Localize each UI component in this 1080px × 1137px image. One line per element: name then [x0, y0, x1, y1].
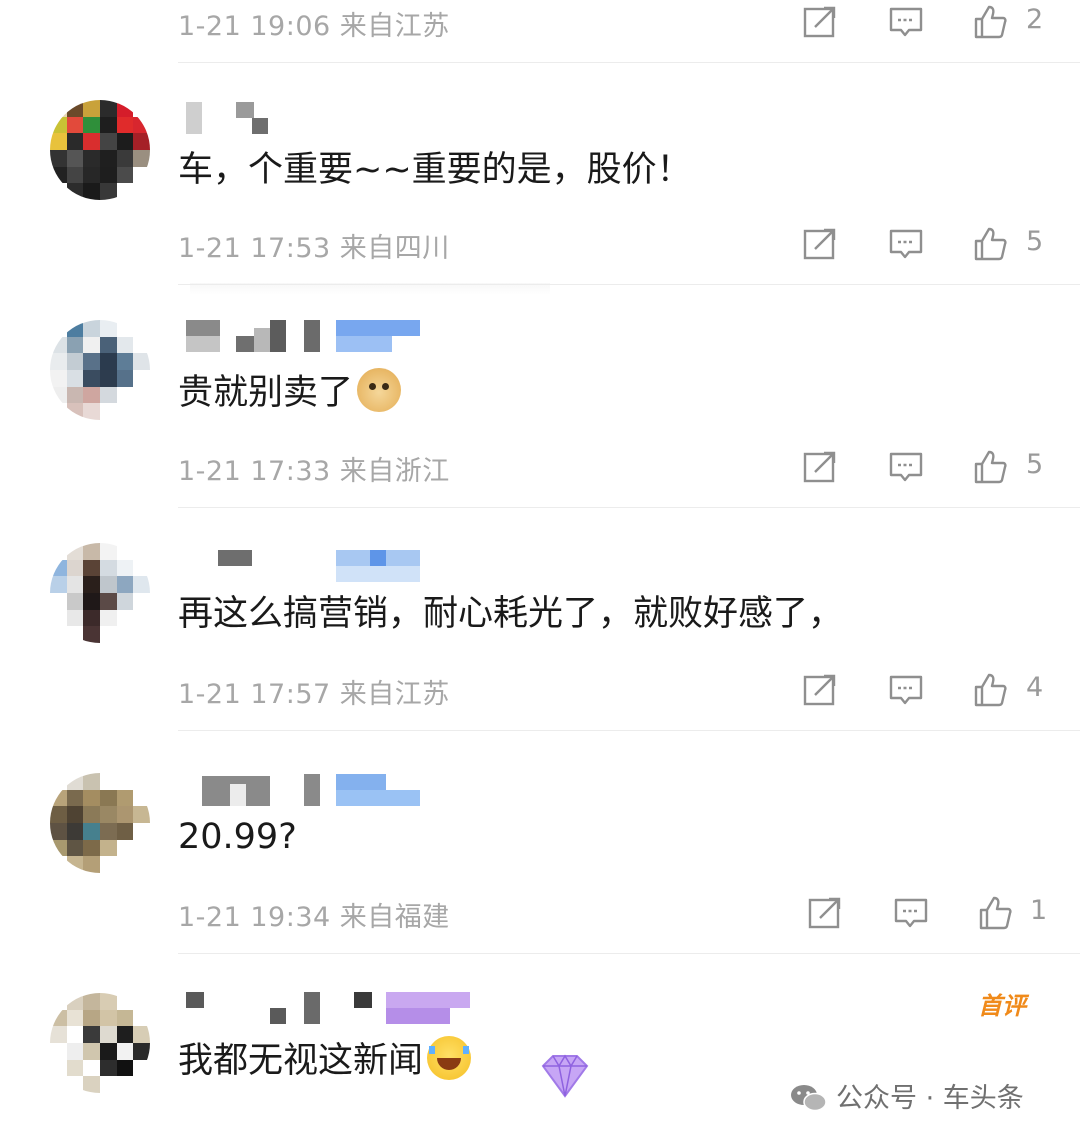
like-button[interactable] [973, 891, 1017, 935]
username-redacted[interactable] [178, 988, 470, 1028]
like-button[interactable] [968, 668, 1012, 712]
comment-meta-row: 1-21 17:33 来自浙江 5 [0, 445, 1080, 489]
divider [178, 62, 1080, 63]
share-icon [807, 895, 843, 931]
watermark-text: 公众号 · 车头条 [836, 1083, 1024, 1114]
comment-meta: 1-21 17:33 来自浙江 [178, 449, 450, 488]
doge-emoji [357, 368, 402, 412]
avatar[interactable] [50, 543, 150, 643]
comment-meta: 1-21 17:57 来自江苏 [178, 672, 450, 711]
share-icon [802, 672, 838, 708]
comment-time: 1-21 19:06 [178, 11, 331, 42]
username-redacted[interactable] [178, 100, 438, 140]
comment-text: 车，个重要~~重要的是，股价！ [178, 150, 692, 190]
thumbs-up-icon [972, 226, 1008, 262]
username-redacted[interactable] [178, 548, 438, 588]
share-button[interactable] [798, 445, 842, 489]
comment-text: 再这么搞营销，耐心耗光了，就败好感了， [178, 594, 844, 634]
thumbs-up-icon [972, 449, 1008, 485]
share-icon [802, 4, 838, 40]
comment-time: 1-21 17:57 [178, 679, 331, 710]
comment-location: 来自福建 [339, 902, 450, 933]
comment-location: 来自四川 [339, 233, 450, 264]
like-count: 5 [1026, 449, 1044, 480]
gem-badge-icon [541, 1054, 589, 1098]
comment-text-body: 我都无视这新闻 [178, 1041, 424, 1081]
thumbs-up-icon [972, 672, 1008, 708]
like-button[interactable] [968, 0, 1012, 44]
divider [178, 953, 1080, 954]
comment-text: 贵就别卖了 [178, 368, 402, 416]
comment-location: 来自江苏 [339, 679, 450, 710]
username-redacted[interactable] [178, 318, 438, 358]
comment-icon [888, 672, 924, 708]
share-icon [802, 449, 838, 485]
share-button[interactable] [803, 891, 847, 935]
comment-text: 我都无视这新闻 [178, 1036, 472, 1084]
divider [178, 284, 1080, 285]
share-icon [802, 226, 838, 262]
comment-meta: 1-21 19:34 来自福建 [178, 895, 450, 934]
reply-button[interactable] [889, 891, 933, 935]
comment-location: 来自浙江 [339, 456, 450, 487]
comment-icon [888, 4, 924, 40]
first-comment-badge: 首评 [978, 992, 1026, 1020]
comment-meta-row: 1-21 17:57 来自江苏 4 [0, 668, 1080, 712]
divider [178, 507, 1080, 508]
comment-icon [893, 895, 929, 931]
comment-time: 1-21 17:33 [178, 456, 331, 487]
like-count: 2 [1026, 4, 1044, 35]
comment-meta-row: 1-21 19:06 来自江苏 2 [0, 0, 1080, 44]
thumbs-up-icon [977, 895, 1013, 931]
share-button[interactable] [798, 0, 842, 44]
comment-text-body: 贵就别卖了 [178, 373, 354, 413]
comment-meta-row: 1-21 17:53 来自四川 5 [0, 222, 1080, 266]
watermark: 公众号 · 车头条 [790, 1076, 1024, 1115]
wechat-icon [791, 1085, 827, 1112]
like-button[interactable] [968, 445, 1012, 489]
comment-meta-row: 1-21 19:34 来自福建 1 [0, 891, 1080, 935]
thumbs-up-icon [972, 4, 1008, 40]
like-count: 1 [1030, 895, 1048, 926]
avatar[interactable] [50, 993, 150, 1093]
reply-button[interactable] [884, 445, 928, 489]
like-button[interactable] [968, 222, 1012, 266]
reply-button[interactable] [884, 668, 928, 712]
comment-icon [888, 226, 924, 262]
share-button[interactable] [798, 222, 842, 266]
comment-meta: 1-21 19:06 来自江苏 [178, 4, 450, 43]
avatar[interactable] [50, 773, 150, 873]
avatar[interactable] [50, 320, 150, 420]
comment-text: 20.99? [178, 817, 297, 857]
avatar[interactable] [50, 100, 150, 200]
username-redacted[interactable] [178, 770, 438, 810]
reply-button[interactable] [884, 222, 928, 266]
like-count: 5 [1026, 226, 1044, 257]
divider [178, 730, 1080, 731]
reply-button[interactable] [884, 0, 928, 44]
comment-time: 1-21 17:53 [178, 233, 331, 264]
like-count: 4 [1026, 672, 1044, 703]
comment-meta: 1-21 17:53 来自四川 [178, 226, 450, 265]
comment-location: 来自江苏 [339, 11, 450, 42]
share-button[interactable] [798, 668, 842, 712]
laugh-cry-emoji [427, 1036, 472, 1080]
comment-time: 1-21 19:34 [178, 902, 331, 933]
comment-icon [888, 449, 924, 485]
